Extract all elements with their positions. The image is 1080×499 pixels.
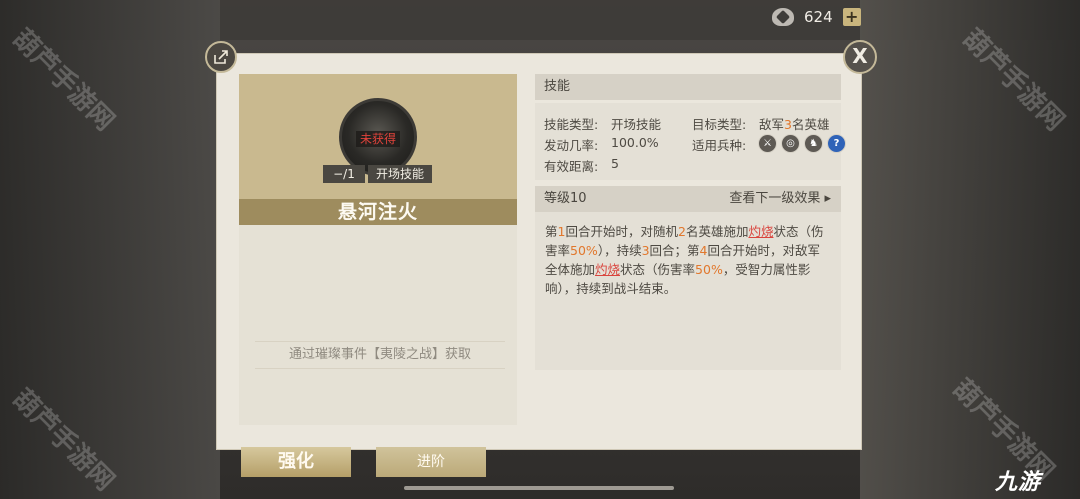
- desc-text: 状态（伤害率: [620, 262, 696, 277]
- skill-name: 悬河注火: [239, 199, 517, 225]
- background-right: [860, 0, 1080, 499]
- skill-type-tag: 开场技能: [368, 165, 432, 183]
- rate-label: 发动几率:: [544, 138, 599, 153]
- target-prefix: 敌军: [759, 117, 785, 132]
- target-suffix: 名英雄: [791, 117, 830, 132]
- level-header: 等级10 查看下一级效果 ▸: [535, 186, 841, 212]
- level-label: 等级10: [544, 191, 587, 206]
- acquire-method: 通过璀璨事件【夷陵之战】获取: [255, 341, 505, 369]
- share-icon: [214, 50, 228, 64]
- burn-status-link[interactable]: 灼烧: [595, 262, 620, 277]
- range-value: 5: [611, 156, 619, 171]
- skill-description: 第1回合开始时，对随机2名英雄施加灼烧状态（伤害率50%），持续3回合；第4回合…: [535, 212, 841, 370]
- desc-number: 50%: [570, 243, 598, 258]
- home-indicator[interactable]: [404, 486, 674, 490]
- skill-count: −/1: [323, 165, 365, 183]
- rate-value: 100.0%: [611, 135, 659, 150]
- info-section-title: 技能: [535, 74, 841, 100]
- range-label: 有效距离:: [544, 159, 599, 174]
- desc-number: 4: [699, 243, 708, 258]
- desc-number: 50%: [695, 262, 723, 277]
- currency-value: 624: [804, 8, 833, 26]
- desc-text: ），持续: [597, 243, 642, 258]
- horse-icon[interactable]: ♞: [804, 134, 823, 153]
- advance-button[interactable]: 进阶: [376, 447, 486, 477]
- add-currency-button[interactable]: +: [842, 8, 861, 26]
- desc-number: 2: [677, 224, 686, 239]
- skill-card: 未获得 悬河注火: [239, 74, 517, 225]
- unit-icons: ⚔ ◎ ♞ ?: [758, 134, 846, 153]
- crest-coin-icon: [772, 8, 794, 26]
- share-button[interactable]: [205, 41, 237, 73]
- question-icon[interactable]: ?: [827, 134, 846, 153]
- desc-text: 回合；第: [649, 243, 700, 258]
- currency-display: 624 +: [772, 6, 861, 28]
- desc-text: 名英雄施加: [685, 224, 749, 239]
- type-value: 开场技能: [611, 117, 662, 132]
- close-button[interactable]: X: [843, 40, 877, 74]
- desc-text: 第: [545, 224, 558, 239]
- brand-logo: 九游: [995, 470, 1042, 495]
- target-label: 目标类型:: [692, 117, 747, 132]
- skill-source-area: [239, 225, 517, 425]
- desc-text: 回合开始时，对随机: [565, 224, 678, 239]
- skill-status: 未获得: [356, 131, 400, 147]
- target-icon[interactable]: ◎: [781, 134, 800, 153]
- type-label: 技能类型:: [544, 117, 599, 132]
- next-level-link[interactable]: 查看下一级效果 ▸: [729, 186, 831, 212]
- strengthen-button[interactable]: 强化: [241, 447, 351, 477]
- desc-number: 3: [641, 243, 650, 258]
- target-count: 3: [784, 117, 792, 132]
- sword-icon[interactable]: ⚔: [758, 134, 777, 153]
- burn-status-link[interactable]: 灼烧: [748, 224, 773, 239]
- units-label: 适用兵种:: [692, 138, 747, 153]
- target-value: 敌军3名英雄: [759, 114, 829, 133]
